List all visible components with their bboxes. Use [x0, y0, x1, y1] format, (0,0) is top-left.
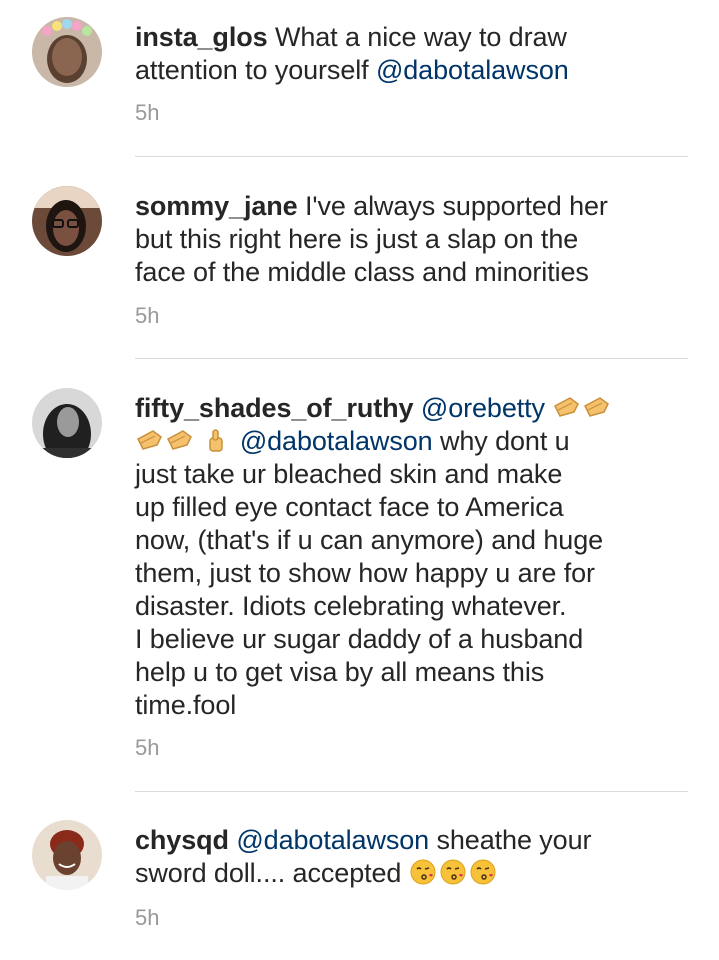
kissing-face-emoji [409, 859, 437, 885]
user-avatar-sommy-jane[interactable] [32, 186, 102, 256]
clapping-hands-emoji [552, 394, 580, 420]
comment-body: I believe ur sugar daddy of a husband [135, 624, 584, 654]
clapping-hands-emoji [582, 394, 610, 420]
comment-timestamp: 5h [135, 303, 160, 328]
comment-username[interactable]: fifty_shades_of_ruthy [135, 393, 414, 423]
comment-body: sword doll.... accepted [135, 858, 409, 888]
comment-body: just take ur bleached skin and make [135, 459, 563, 489]
comment-text: chysqd @dabotalawson sheathe your sword … [135, 824, 695, 890]
comment-username[interactable]: sommy_jane [135, 191, 298, 221]
thumbs-up-emoji [202, 427, 230, 453]
comment-body: face of the middle class and minorities [135, 257, 589, 287]
comment-body: them, just to show how happy u are for [135, 558, 595, 588]
comment-timestamp: 5h [135, 100, 160, 125]
user-avatar-chysqd[interactable] [32, 820, 102, 890]
mention-link[interactable]: @dabotalawson [376, 55, 569, 85]
user-avatar-insta-glos[interactable] [32, 17, 102, 87]
comment-body: disaster. Idiots celebrating whatever. [135, 591, 567, 621]
comment-body: What a nice way to draw [274, 22, 567, 52]
comment-timestamp: 5h [135, 905, 160, 930]
comment-body: attention to yourself [135, 55, 376, 85]
comment-body: but this right here is just a slap on th… [135, 224, 579, 254]
comment-username[interactable]: insta_glos [135, 22, 268, 52]
mention-link[interactable]: @orebetty [421, 393, 545, 423]
mention-link[interactable]: @dabotalawson [240, 426, 433, 456]
comment-body: time.fool [135, 690, 237, 720]
comment-body: up filled eye contact face to America [135, 492, 564, 522]
comment-body: sheathe your [429, 825, 592, 855]
clapping-hands-emoji [135, 427, 163, 453]
divider [135, 156, 688, 157]
mention-link[interactable]: @dabotalawson [236, 825, 429, 855]
comment-text: insta_glos What a nice way to draw atten… [135, 21, 695, 87]
comment-username[interactable]: chysqd [135, 825, 229, 855]
user-avatar-fifty-shades-of-ruthy[interactable] [32, 388, 102, 458]
comment-body: I've always supported her [305, 191, 608, 221]
clapping-hands-emoji [165, 427, 193, 453]
comment-text: sommy_jane I've always supported her but… [135, 190, 695, 289]
comment-text: fifty_shades_of_ruthy @orebetty @dabotal… [135, 392, 695, 722]
comment-body: why dont u [432, 426, 570, 456]
comment-timestamp: 5h [135, 735, 160, 760]
kissing-face-emoji [469, 859, 497, 885]
kissing-face-emoji [439, 859, 467, 885]
divider [135, 358, 688, 359]
comment-body: help u to get visa by all means this [135, 657, 545, 687]
divider [135, 791, 688, 792]
comment-body: now, (that's if u can anymore) and huge [135, 525, 604, 555]
